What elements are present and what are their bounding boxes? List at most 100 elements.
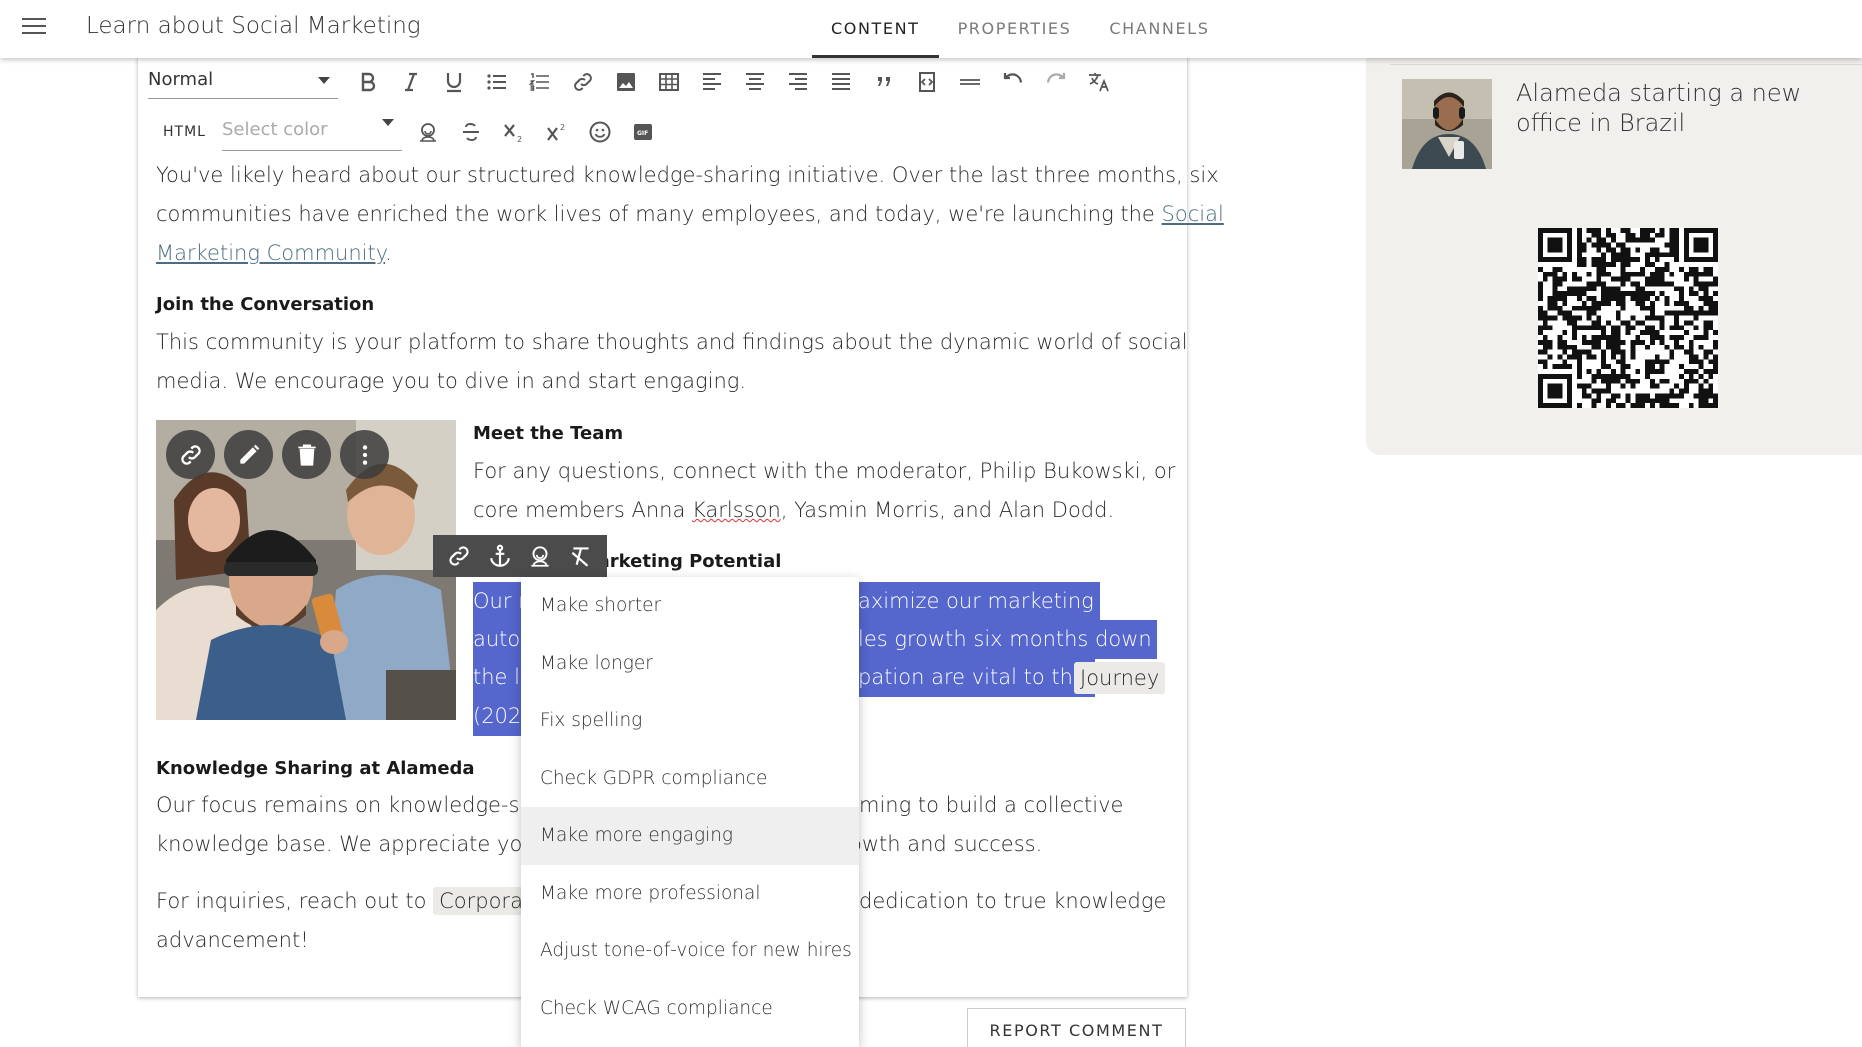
format-value: Normal	[148, 69, 214, 90]
code-block-icon[interactable]	[905, 64, 948, 100]
paragraph[interactable]: communities have enriched the work lives…	[156, 195, 1224, 234]
paragraph-text: .	[385, 241, 392, 265]
paragraph-text: Our focus remains on knowledge-sha	[156, 793, 546, 817]
page-title: Learn about Social Marketing	[86, 13, 421, 39]
paragraph[interactable]: owth and success.	[849, 825, 1042, 864]
paragraph-text: This community is your platform to share…	[156, 330, 1188, 354]
menu-item-fix-spelling[interactable]: Fix spelling	[521, 692, 859, 750]
news-thumbnail[interactable]	[1402, 79, 1492, 169]
menu-icon[interactable]	[22, 18, 46, 38]
paragraph-text: advancement!	[156, 928, 309, 952]
section-heading: Knowledge Sharing at Alameda	[156, 758, 475, 779]
qr-code	[1538, 228, 1718, 408]
menu-item-make-engaging[interactable]: Make more engaging	[521, 807, 859, 865]
paragraph-text: media. We encourage you to dive in and s…	[156, 369, 747, 393]
color-select[interactable]: Select color	[222, 113, 402, 151]
justify-icon[interactable]	[819, 64, 862, 100]
divider	[1390, 64, 1862, 65]
ai-actions-menu: Make shorter Make longer Fix spelling Ch…	[521, 577, 859, 1047]
menu-item-adjust-tone[interactable]: Adjust tone-of-voice for new hires	[521, 922, 859, 980]
italic-icon[interactable]	[389, 64, 432, 100]
misspelled-word[interactable]: Karlsson	[692, 498, 781, 522]
table-icon[interactable]	[647, 64, 690, 100]
journey-chip[interactable]: Journey	[1074, 662, 1166, 694]
anchor-icon[interactable]	[482, 538, 518, 574]
paragraph-text: For any questions, connect with the mode…	[473, 459, 1176, 483]
selected-text[interactable]: les growth six months down	[858, 620, 1157, 659]
community-link[interactable]: Social	[1162, 202, 1224, 226]
redo-icon[interactable]	[1034, 64, 1077, 100]
section-heading: Meet the Team	[473, 423, 624, 444]
paragraph[interactable]: Marketing Community.	[156, 234, 392, 273]
edit-icon[interactable]	[224, 430, 273, 479]
paragraph-format-select[interactable]: Normal	[148, 65, 338, 99]
community-link[interactable]: Marketing Community	[156, 241, 385, 265]
paragraph-text: knowledge base. We appreciate your	[156, 832, 545, 856]
selected-text[interactable]: pation are vital to this	[858, 658, 1095, 697]
paragraph[interactable]: Our focus remains on knowledge-sha	[156, 786, 546, 825]
svg-text:2: 2	[517, 135, 522, 144]
underline-icon[interactable]	[432, 64, 475, 100]
numbered-list-icon[interactable]	[518, 64, 561, 100]
paragraph-text: owth and success.	[849, 832, 1043, 856]
ai-assistant-icon[interactable]	[522, 538, 558, 574]
editor-toolbar: Normal	[148, 64, 1120, 100]
paragraph[interactable]: advancement!	[156, 921, 309, 960]
paragraph[interactable]: ming to build a collective	[859, 786, 1123, 825]
emoji-icon[interactable]	[578, 114, 621, 150]
link-icon[interactable]	[166, 430, 215, 479]
selected-text[interactable]: aximize our marketing	[858, 582, 1100, 621]
ai-assistant-icon[interactable]	[406, 114, 449, 150]
menu-item-check-gdpr[interactable]: Check GDPR compliance	[521, 750, 859, 808]
menu-item-make-shorter[interactable]: Make shorter	[521, 577, 859, 635]
paragraph-text: core members Anna	[473, 498, 693, 522]
menu-item-make-professional[interactable]: Make more professional	[521, 865, 859, 923]
align-center-icon[interactable]	[733, 64, 776, 100]
paragraph[interactable]: For inquiries, reach out to Corporate	[156, 882, 551, 921]
bold-icon[interactable]	[346, 64, 389, 100]
svg-text:2: 2	[560, 123, 565, 132]
inline-selection-toolbar	[433, 535, 607, 577]
paragraph[interactable]: media. We encourage you to dive in and s…	[156, 362, 746, 401]
news-title[interactable]: Alameda starting a new office in Brazil	[1516, 78, 1856, 138]
paragraph[interactable]: core members Anna Karlsson, Yasmin Morri…	[473, 491, 1114, 530]
paragraph-text: dedication to true knowledge	[859, 889, 1167, 913]
strikethrough-icon[interactable]	[449, 114, 492, 150]
subscript-icon[interactable]: 2	[492, 114, 535, 150]
horizontal-rule-icon[interactable]	[948, 64, 991, 100]
align-left-icon[interactable]	[690, 64, 733, 100]
clear-format-icon[interactable]	[563, 538, 599, 574]
svg-text:GIF: GIF	[637, 130, 648, 137]
bullet-list-icon[interactable]	[475, 64, 518, 100]
tab-channels[interactable]: CHANNELS	[1090, 0, 1228, 58]
html-toggle[interactable]: HTML	[148, 124, 222, 140]
translate-icon[interactable]	[1077, 64, 1120, 100]
paragraph-text: ming to build a collective	[859, 793, 1124, 817]
gif-icon[interactable]: GIF	[621, 114, 664, 150]
report-comment-button[interactable]: REPORT COMMENT	[967, 1008, 1186, 1047]
paragraph-text: You've likely heard about our structured…	[156, 163, 1219, 187]
paragraph-text: For inquiries, reach out to	[156, 889, 434, 913]
undo-icon[interactable]	[991, 64, 1034, 100]
link-icon[interactable]	[561, 64, 604, 100]
section-heading: Join the Conversation	[156, 294, 375, 315]
paragraph[interactable]: For any questions, connect with the mode…	[473, 452, 1175, 491]
delete-icon[interactable]	[282, 430, 331, 479]
more-vert-icon[interactable]	[340, 430, 389, 479]
menu-item-make-longer[interactable]: Make longer	[521, 635, 859, 693]
menu-item-check-wcag[interactable]: Check WCAG compliance	[521, 980, 859, 1038]
paragraph[interactable]: You've likely heard about our structured…	[156, 156, 1219, 195]
paragraph[interactable]: This community is your platform to share…	[156, 323, 1188, 362]
image-actions	[166, 430, 389, 479]
align-right-icon[interactable]	[776, 64, 819, 100]
quote-icon[interactable]	[862, 64, 905, 100]
top-app-bar: Learn about Social Marketing CONTENT PRO…	[0, 0, 1862, 58]
link-icon[interactable]	[441, 538, 477, 574]
tab-properties[interactable]: PROPERTIES	[939, 0, 1091, 58]
caret-down-icon	[382, 119, 394, 126]
paragraph[interactable]: knowledge base. We appreciate your	[156, 825, 544, 864]
paragraph[interactable]: dedication to true knowledge	[859, 882, 1166, 921]
superscript-icon[interactable]: 2	[535, 114, 578, 150]
tab-content[interactable]: CONTENT	[812, 0, 939, 58]
image-icon[interactable]	[604, 64, 647, 100]
